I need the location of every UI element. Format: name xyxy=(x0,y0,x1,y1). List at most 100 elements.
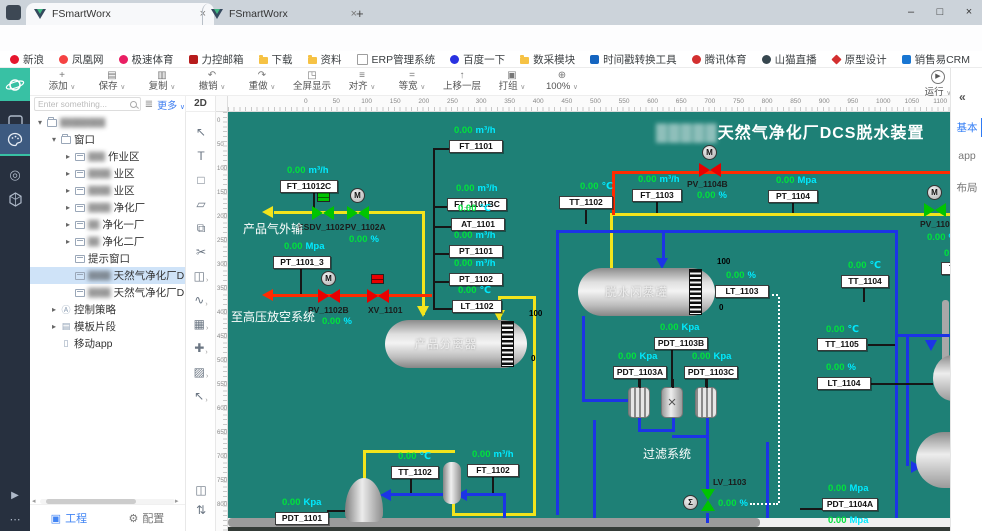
tab-project[interactable]: ▣ 工程 xyxy=(51,510,87,526)
actuator-box[interactable] xyxy=(317,192,330,202)
palette-tool-4[interactable]: ⧉ xyxy=(186,216,216,240)
pipe[interactable] xyxy=(706,513,709,523)
expand-icon[interactable]: ▸ xyxy=(64,220,72,229)
palette-tool-8[interactable]: ▦ › xyxy=(186,312,216,336)
palette-tool-11[interactable]: ↖ › xyxy=(186,384,216,408)
palette-tool-1[interactable]: T xyxy=(186,144,216,168)
connector-line[interactable] xyxy=(433,226,451,228)
bookmark-item[interactable]: 下载 xyxy=(258,52,293,67)
connector-line[interactable] xyxy=(327,510,345,512)
expand-icon[interactable]: ▾ xyxy=(36,118,44,127)
vessel[interactable] xyxy=(916,432,950,488)
expand-icon[interactable]: ▸ xyxy=(64,237,72,246)
tree-item-业区[interactable]: ▸ ████ 业区 xyxy=(30,182,185,199)
instrument-PDT_1104A[interactable]: PDT_1104A xyxy=(822,498,878,511)
canvas-text-至高压放空系统[interactable]: 至高压放空系统 xyxy=(231,308,315,325)
vessel[interactable] xyxy=(345,478,383,522)
pipe[interactable] xyxy=(556,230,898,233)
collapse-panel-icon[interactable]: « xyxy=(959,90,966,104)
tree-item-业区[interactable]: ▸ ████ 业区 xyxy=(30,165,185,182)
dotted-line[interactable] xyxy=(750,503,778,505)
palette-tool-7[interactable]: ∿ › xyxy=(186,288,216,312)
canvas-text-过滤系统[interactable]: 过滤系统 xyxy=(643,445,691,462)
pipe[interactable] xyxy=(503,493,506,518)
valve-LV_1103[interactable] xyxy=(701,489,715,511)
connector-line[interactable] xyxy=(410,479,412,493)
more-link[interactable]: 更多 ∨ xyxy=(157,97,185,112)
bookmark-item[interactable]: 时间戳转换工具 xyxy=(590,52,677,67)
instrument-FT_1102[interactable]: FT_1102 xyxy=(467,464,519,477)
actuator-box[interactable] xyxy=(371,274,384,284)
instrument-PDT_1101[interactable]: PDT_1101 xyxy=(275,512,329,525)
pipe[interactable] xyxy=(582,316,585,402)
bookmark-item[interactable]: 极速体育 xyxy=(118,52,174,67)
instrument-FT_1103[interactable]: FT_1103 xyxy=(632,189,682,202)
search-input[interactable]: Enter something... xyxy=(34,97,141,111)
motor-actuator-icon[interactable]: M xyxy=(321,271,336,286)
rail-item-3d[interactable] xyxy=(0,184,30,214)
palette-tool-0[interactable]: ↖ xyxy=(186,120,216,144)
palette-tool-10[interactable]: ▨ › xyxy=(186,360,216,384)
expand-icon[interactable]: ▸ xyxy=(64,169,72,178)
connector-line[interactable] xyxy=(870,383,933,385)
tree-item-净化一厂[interactable]: ▸ ██ 净化一厂 xyxy=(30,216,185,233)
expand-icon[interactable]: ▾ xyxy=(50,135,58,144)
bookmark-item[interactable]: 力控邮箱 xyxy=(188,52,244,67)
pipe[interactable] xyxy=(672,435,709,438)
browser-tab-2[interactable]: FSmartWorx × xyxy=(202,3,365,25)
connector-line[interactable] xyxy=(300,269,302,294)
pipe[interactable] xyxy=(466,493,503,496)
pipe[interactable] xyxy=(766,442,769,518)
motor-actuator-icon[interactable]: M xyxy=(927,185,942,200)
connector-line[interactable] xyxy=(433,281,449,283)
panel-tab-app[interactable]: app xyxy=(951,150,982,162)
tab-search-icon[interactable] xyxy=(6,5,21,20)
palette-bottom-tool-1[interactable]: ⇅ xyxy=(186,500,216,520)
palette-bottom-tool-0[interactable]: ◫ xyxy=(186,480,216,500)
vessel-脱水闪蒸罐[interactable]: 脱水闪蒸罐 xyxy=(578,268,715,316)
bookmark-item[interactable]: 凤凰网 xyxy=(59,52,104,67)
pipe[interactable] xyxy=(498,296,536,299)
valve-PV_1102B[interactable] xyxy=(318,289,340,303)
pipe[interactable] xyxy=(662,230,665,260)
connector-line[interactable] xyxy=(656,202,658,213)
window-minimize-button[interactable]: – xyxy=(898,0,924,24)
valve-ESDV_1102[interactable] xyxy=(312,206,334,220)
expand-icon[interactable]: ▸ xyxy=(64,186,72,195)
toolbar-button-等宽[interactable]: = 等宽 ∨ xyxy=(388,69,436,95)
window-maximize-button[interactable]: □ xyxy=(927,0,953,24)
bookmark-item[interactable]: 资料 xyxy=(307,52,342,67)
instrument-TT_1104[interactable]: TT_1104 xyxy=(841,275,889,288)
flow-arrow-left[interactable] xyxy=(262,206,273,218)
panel-tab-layout[interactable]: 布局 xyxy=(951,180,982,195)
canvas-v-scroll-thumb[interactable] xyxy=(942,300,949,362)
connector-line[interactable] xyxy=(433,308,452,310)
pipe[interactable] xyxy=(582,399,630,402)
instrument-TT_1105[interactable]: TT_1105 xyxy=(817,338,867,351)
window-close-button[interactable]: × xyxy=(956,0,982,24)
instrument-TT_1102[interactable]: TT_1102 xyxy=(391,466,439,479)
pipe[interactable] xyxy=(610,213,613,268)
sigma-actuator-icon[interactable]: Σ xyxy=(683,495,698,510)
canvas-text-0[interactable]: 0 xyxy=(531,354,535,363)
tree-item-天然气净化厂D[interactable]: ████ 天然气净化厂D xyxy=(30,267,185,284)
palette-tool-9[interactable]: ✚ › xyxy=(186,336,216,360)
flow-arrow-down[interactable] xyxy=(417,306,429,317)
palette-tool-3[interactable]: ▱ xyxy=(186,192,216,216)
connector-line[interactable] xyxy=(433,206,447,208)
pipe[interactable] xyxy=(610,213,950,216)
browser-tab-1[interactable]: FSmartWorx × xyxy=(26,3,214,25)
vessel[interactable] xyxy=(628,379,650,418)
tree-item-窗口[interactable]: ▾ 窗口 xyxy=(30,131,185,148)
bookmark-item[interactable]: 腾讯体育 xyxy=(691,52,747,67)
motor-actuator-icon[interactable]: M xyxy=(350,188,365,203)
connector-line[interactable] xyxy=(433,148,435,310)
tree-item-净化厂[interactable]: ▸ ████ 净化厂 xyxy=(30,199,185,216)
vessel[interactable] xyxy=(933,355,950,401)
canvas-text-100[interactable]: 100 xyxy=(529,309,542,318)
connector-line[interactable] xyxy=(433,253,449,255)
connector-line[interactable] xyxy=(863,288,865,302)
toolbar-button-100%[interactable]: ⊕ 100% ∨ xyxy=(538,69,586,95)
motor-actuator-icon[interactable]: M xyxy=(702,145,717,160)
tree-item-控制策略[interactable]: ▸ Ⓐ 控制策略 xyxy=(30,301,185,318)
